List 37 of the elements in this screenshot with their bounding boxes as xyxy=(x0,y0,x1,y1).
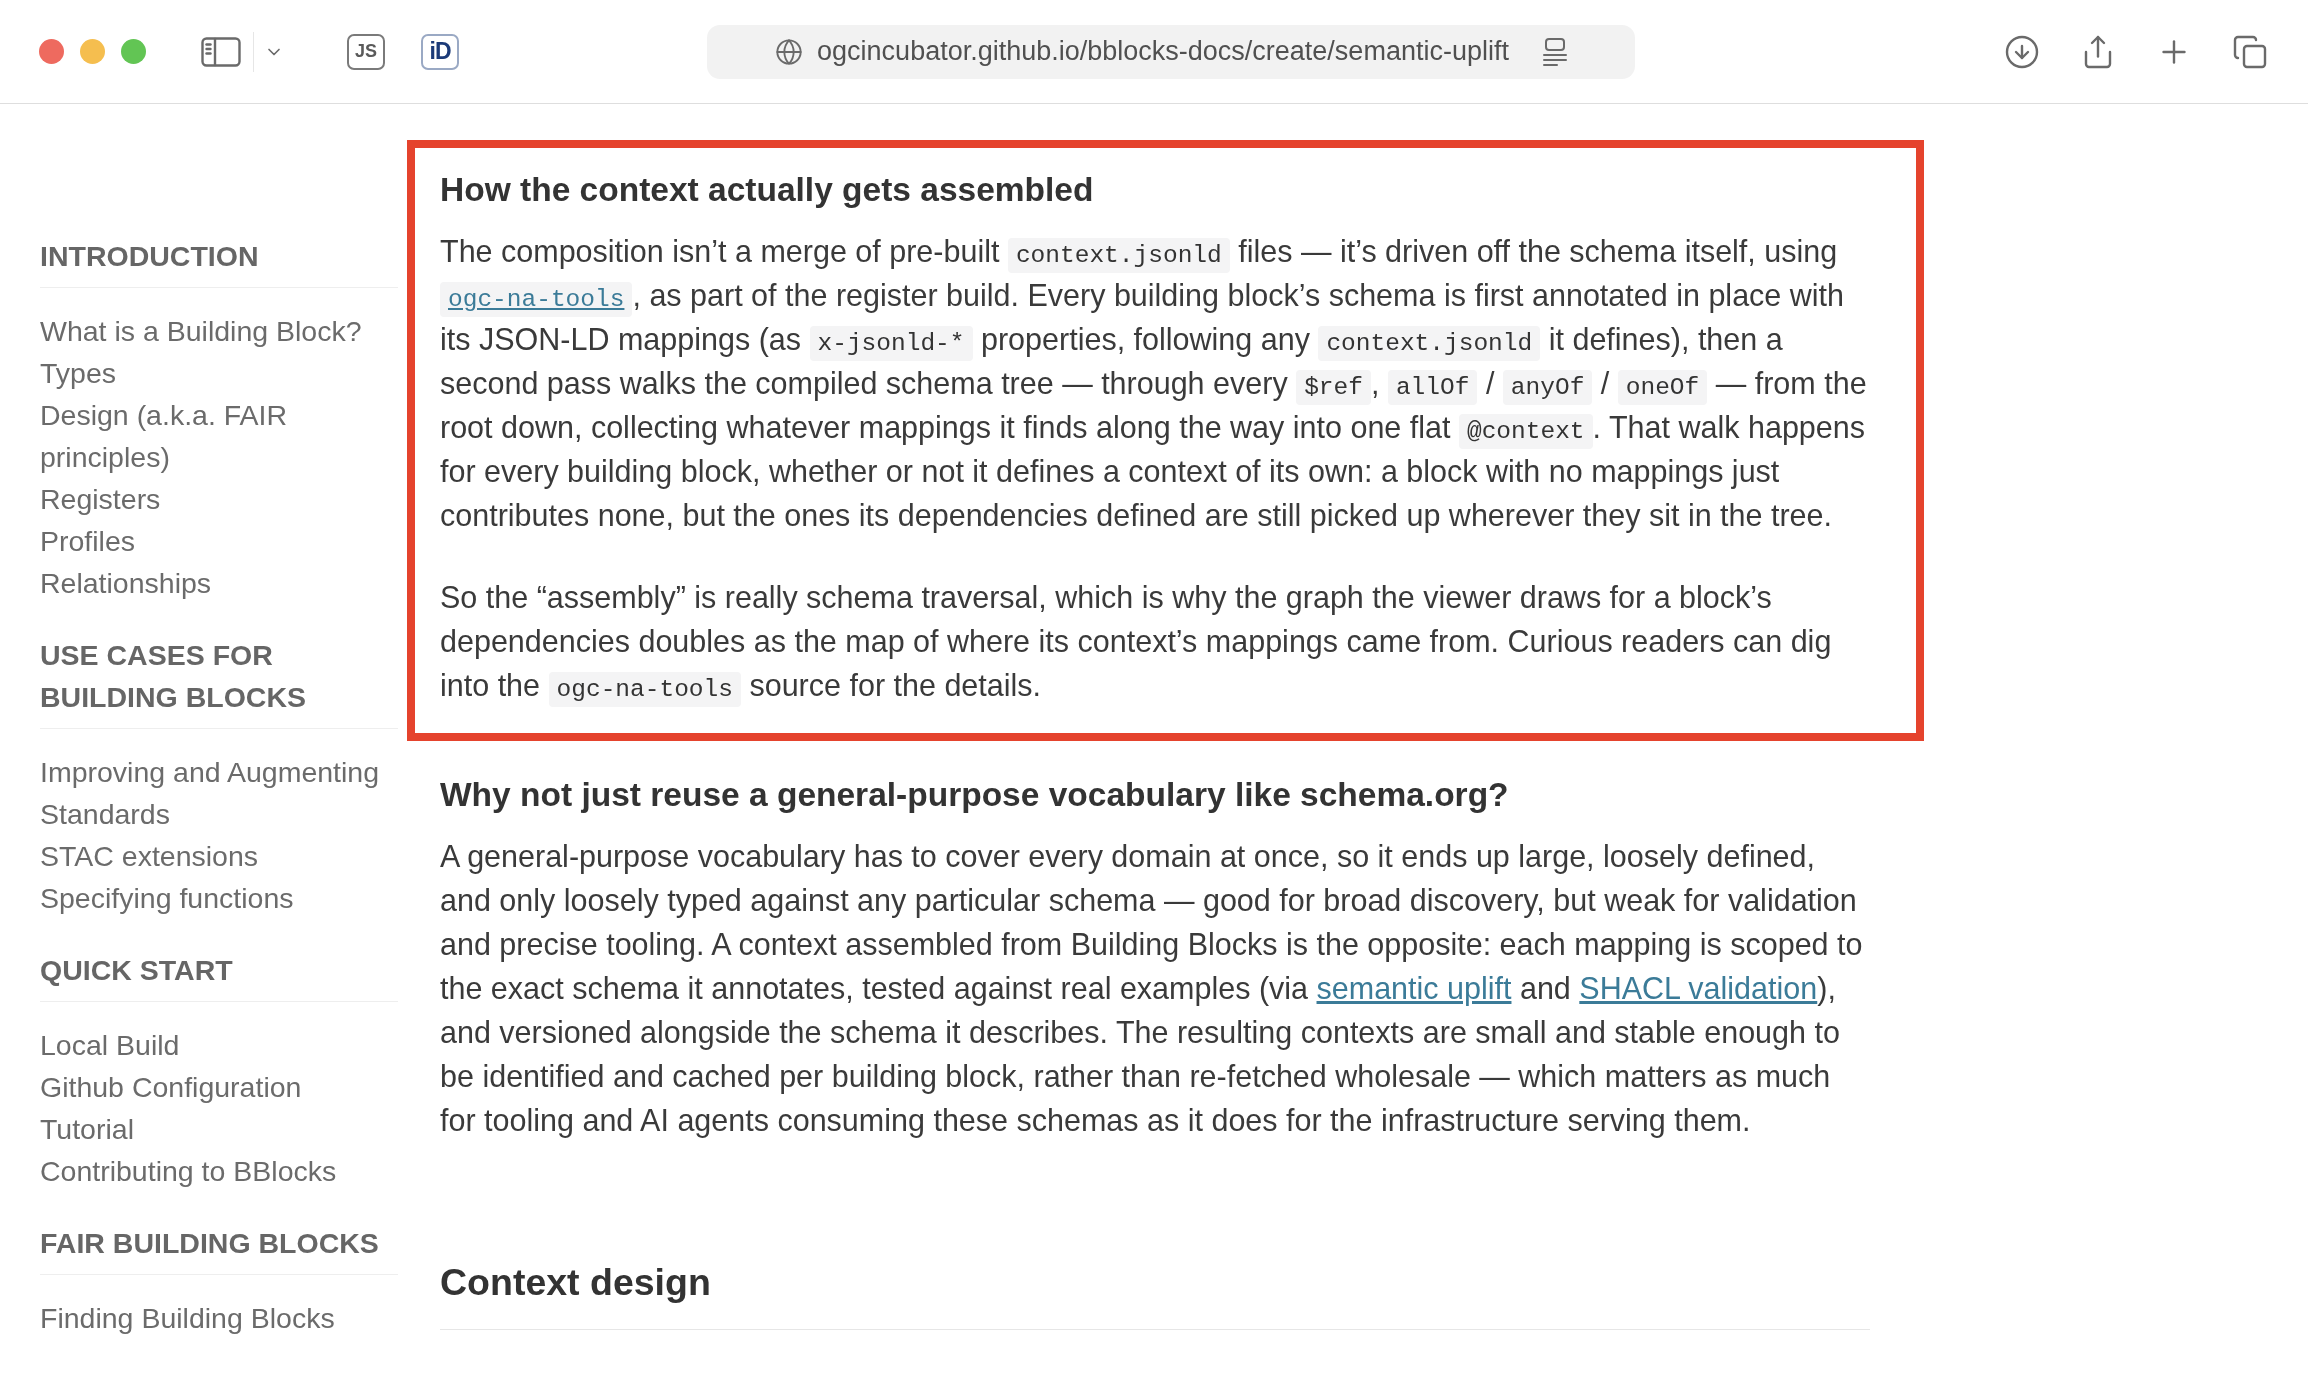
nav-link[interactable]: Relationships xyxy=(40,562,398,604)
text-link[interactable]: semantic uplift xyxy=(1316,971,1512,1005)
extension-button[interactable]: iD xyxy=(421,33,459,70)
nav-link[interactable]: Improving and Augmenting Standards xyxy=(40,751,398,835)
code-link[interactable]: ogc-na-tools xyxy=(440,282,633,317)
sidebar-icon[interactable] xyxy=(201,36,241,67)
address-bar[interactable]: ogcincubator.github.io/bblocks-docs/create/semantic-uplift xyxy=(707,24,1635,79)
nav-section-heading: QUICK START xyxy=(40,953,234,988)
nav-link[interactable]: Specifying functions xyxy=(40,877,398,919)
nav-link[interactable]: What is a Building Block? xyxy=(40,310,398,352)
reader-icon[interactable] xyxy=(1542,37,1567,66)
paragraph: A general-purpose vocabulary has to cover every domain at once, so it ends up large, loosely defined, and only loosely typed against any particular schema — good for broad discovery, but weak for validation and precise tooling. A context assembled from Building Blocks is the opposite: each mapping is scoped to the exact schema it annotates, tested against real examples (via semantic uplift and SHACL validation), and versioned alongside the schema it describes. The resulting contexts are small and stable enough to be identified and cached per building block, rather than re-fetched wholesale — which matters as much for tooling and AI agents consuming these schemas as it does for the infrastructure serving them. xyxy=(440,838,1864,1140)
text-link[interactable]: SHACL validation xyxy=(1579,971,1818,1005)
nav-link[interactable]: Github Configuration xyxy=(40,1066,398,1108)
nav-link[interactable]: Contributing to BBlocks xyxy=(40,1150,398,1192)
close-button[interactable] xyxy=(39,39,64,64)
paragraph: So the “assembly” is really schema traversal, which is why the graph the viewer draws for a block’s dependencies doubles as the map of where its context’s mappings came from. Curious readers can dig into the ogc-na-tools source for the details. xyxy=(440,575,1870,707)
nav-link[interactable]: Finding Building Blocks xyxy=(40,1297,398,1339)
nav-section-heading: INTRODUCTION xyxy=(40,239,260,274)
extension-button[interactable]: JS xyxy=(347,33,385,70)
nav-section-heading: USE CASES FOR BUILDING BLOCKS xyxy=(40,638,307,715)
nav-link[interactable]: Local Build xyxy=(40,1024,398,1066)
nav-section-heading: FAIR BUILDING BLOCKS xyxy=(40,1226,380,1261)
nav-link[interactable]: Tutorial xyxy=(40,1108,398,1150)
tabs-icon[interactable] xyxy=(2232,33,2268,70)
nav-link[interactable]: Design (a.k.a. FAIR principles) xyxy=(40,394,398,478)
download-icon[interactable] xyxy=(2004,33,2040,70)
nav-link[interactable]: Profiles xyxy=(40,520,398,562)
globe-icon xyxy=(775,37,804,66)
nav-link[interactable]: Types xyxy=(40,352,398,394)
url-text: ogcincubator.github.io/bblocks-docs/create/semantic-uplift xyxy=(817,36,1509,67)
paragraph: The composition isn’t a merge of pre-built context.jsonld files — it’s driven off the schema itself, using ogc-na-tools , as part of the register build. Every building block’s schema is first annotated in place with its JSON-LD mappings (as x-jsonld-* properties, following any context.jsonld it defines), then a second pass walks the compiled schema tree — through every $ref , allOf / anyOf / oneOf — from the root down, collecting whatever mappings it finds along the way into one flat @context . That walk happens for every building block, whether or not it defines a context of its own: a block with no mappings just contributes none, but the ones its dependencies defined are still picked up wherever they sit in the tree. xyxy=(440,233,1868,535)
subsection-heading: Why not just reuse a general-purpose vocabulary like schema.org? xyxy=(440,775,1510,815)
subsection-heading: How the context actually gets assembled xyxy=(440,170,1095,210)
section-heading: Context design xyxy=(440,1257,1870,1330)
nav-link[interactable]: Registers xyxy=(40,478,398,520)
nav-link[interactable]: STAC extensions xyxy=(40,835,398,877)
